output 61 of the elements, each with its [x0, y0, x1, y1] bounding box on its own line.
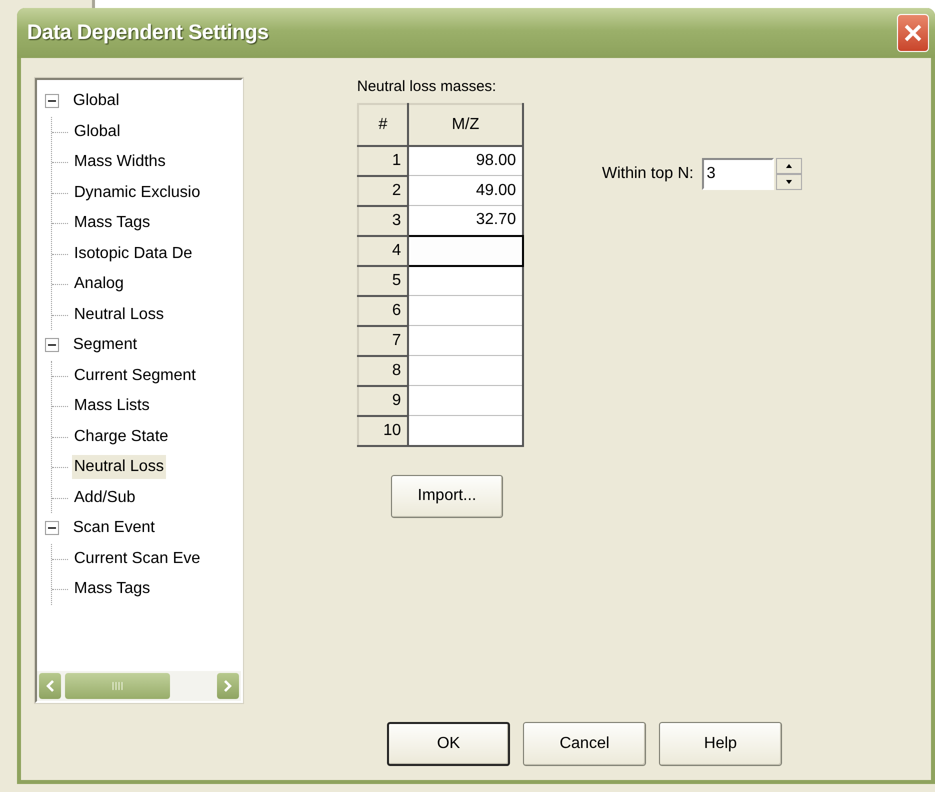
row-header: 6 [358, 296, 408, 326]
import-button[interactable]: Import... [391, 474, 503, 518]
tree-item[interactable]: Neutral Loss [72, 302, 166, 327]
row-header: 4 [358, 236, 408, 266]
dialog-button[interactable]: OK [387, 722, 510, 766]
column-header: M/Z [408, 104, 523, 146]
tree-item[interactable]: Current Scan Eve [72, 546, 202, 571]
collapse-icon[interactable] [45, 338, 59, 352]
spin-up-button[interactable] [776, 158, 802, 174]
table-cell[interactable] [408, 386, 523, 416]
table-cell[interactable]: 49.00 [408, 176, 523, 206]
window-title: Data Dependent Settings [27, 20, 269, 46]
tree-item[interactable]: Mass Tags [72, 577, 152, 602]
tree-item[interactable]: Global [72, 120, 122, 144]
tree-item[interactable]: Current Segment [72, 364, 198, 388]
tree-item[interactable]: Mass Tags [72, 211, 152, 236]
grip-icon [110, 681, 124, 691]
row-header: 1 [358, 146, 408, 176]
tree-item[interactable]: Neutral Loss [72, 455, 166, 480]
spin-down-button[interactable] [776, 174, 802, 190]
table-cell[interactable] [408, 416, 523, 446]
row-header: 8 [358, 356, 408, 386]
tree-item[interactable]: Global [71, 89, 122, 114]
table-cell[interactable] [408, 236, 523, 266]
tree-item[interactable]: Scan Event [71, 516, 157, 540]
table-cell[interactable] [408, 326, 523, 356]
table-cell[interactable] [408, 356, 523, 386]
column-header: # [358, 104, 408, 146]
tree-item[interactable]: Analog [72, 272, 126, 296]
number-field[interactable]: 3 [702, 158, 774, 190]
row-header: 5 [358, 266, 408, 296]
tree-item[interactable]: Segment [71, 333, 140, 358]
dialog-button[interactable]: Help [659, 722, 782, 766]
table-cell[interactable] [408, 296, 523, 326]
row-header: 7 [358, 326, 408, 356]
table-cell[interactable] [408, 266, 523, 296]
row-header: 10 [358, 416, 408, 446]
collapse-icon[interactable] [45, 94, 59, 108]
collapse-icon[interactable] [45, 521, 59, 536]
row-header: 9 [358, 386, 408, 416]
tree-item[interactable]: Charge State [72, 424, 170, 449]
close-icon [902, 22, 924, 44]
tree-item[interactable]: Isotopic Data De [72, 242, 194, 266]
tree-item[interactable]: Mass Lists [72, 394, 152, 418]
scrollbar[interactable] [37, 671, 241, 701]
tree-item[interactable]: Dynamic Exclusio [72, 180, 202, 205]
table-cell[interactable]: 32.70 [408, 206, 523, 236]
table-label: Neutral loss masses: [357, 77, 498, 97]
dialog-button[interactable]: Cancel [523, 722, 646, 766]
down-arrow-icon [786, 180, 792, 184]
row-header: 2 [358, 176, 408, 206]
tree-item[interactable]: Add/Sub [72, 486, 138, 510]
field-label: Within top N: [602, 164, 694, 184]
up-arrow-icon [786, 164, 792, 168]
row-header: 3 [358, 206, 408, 236]
tree-item[interactable]: Mass Widths [72, 150, 168, 174]
scroll-right-button[interactable] [217, 673, 239, 699]
scroll-left-button[interactable] [39, 673, 61, 699]
close-button[interactable] [897, 14, 929, 52]
table-cell[interactable]: 98.00 [408, 146, 523, 176]
scroll-thumb[interactable] [65, 673, 170, 699]
